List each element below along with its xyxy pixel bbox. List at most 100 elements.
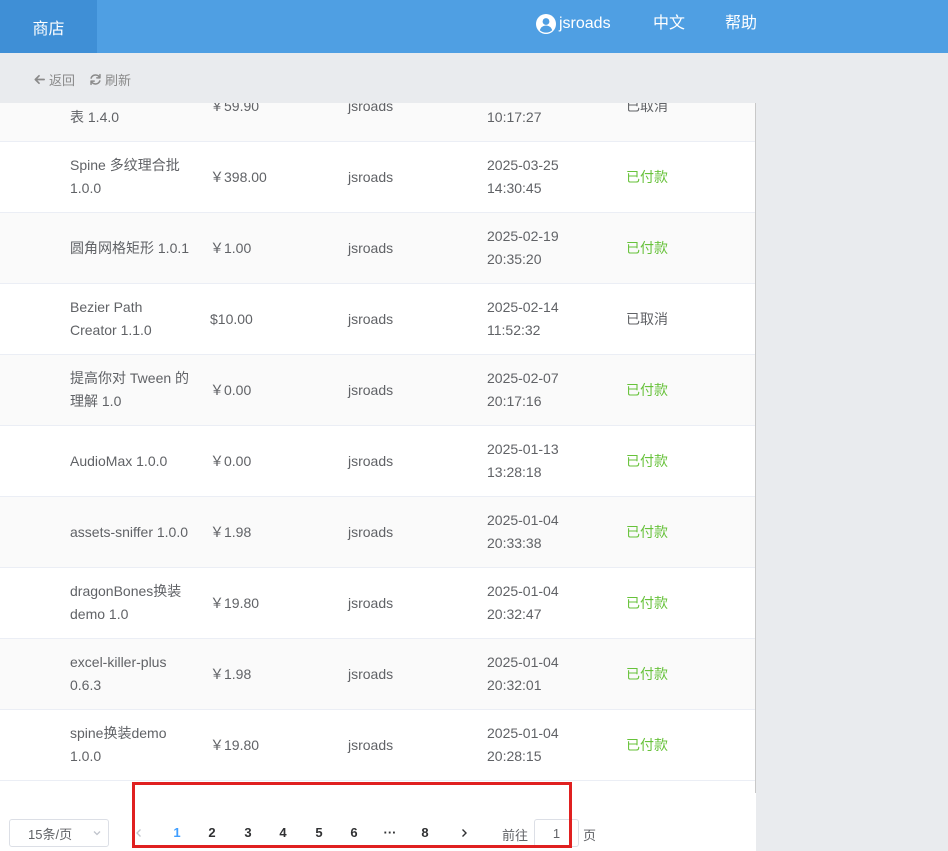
status-cell: 已付款 — [626, 665, 668, 682]
page-number-5[interactable]: 5 — [307, 823, 331, 843]
brand-link[interactable]: 商店 — [0, 0, 97, 53]
table-row: Spine 多纹理合批 1.0.0 ￥398.00 jsroads 2025-0… — [0, 142, 755, 213]
order-time: 20:17:16 — [487, 393, 542, 409]
price-cell: ￥1.00 — [210, 239, 252, 256]
page-number-2[interactable]: 2 — [200, 823, 224, 843]
status-cell: 已付款 — [626, 523, 668, 540]
goto-page-input[interactable] — [534, 819, 579, 847]
page-size-select[interactable]: 15条/页 — [9, 819, 109, 847]
more-pages-button[interactable]: ··· — [378, 823, 402, 843]
order-time-cell: 2025-02-19 20:35:20 — [487, 213, 597, 283]
order-time: 20:32:01 — [487, 677, 542, 693]
buyer-cell: jsroads — [348, 103, 394, 114]
table-row: 高性能实用虚拟列表 1.4.0 ￥59.90 jsroads 2025-05-2… — [0, 103, 755, 142]
page-number-6[interactable]: 6 — [342, 823, 366, 843]
order-time: 20:32:47 — [487, 606, 542, 622]
product-name-cell: Bezier Path Creator 1.1.0 — [70, 299, 152, 338]
product-name-cell: AudioMax 1.0.0 — [70, 452, 168, 469]
buyer-cell: jsroads — [348, 736, 394, 753]
chevron-left-icon — [136, 829, 141, 837]
product-name-cell: 提高你对 Tween 的理解 1.0 — [70, 370, 190, 409]
table-row: excel-killer-plus 0.6.3 ￥1.98 jsroads 20… — [0, 639, 755, 710]
order-date: 2025-01-04 — [487, 654, 559, 670]
page-size-value: 15条/页 — [28, 826, 73, 842]
page-unit-label: 页 — [583, 828, 597, 843]
status-cell: 已付款 — [626, 168, 668, 185]
order-time: 20:35:20 — [487, 251, 542, 267]
buyer-cell: jsroads — [348, 452, 394, 469]
price-cell: ￥0.00 — [210, 381, 252, 398]
orders-table: 高性能实用虚拟列表 1.4.0 ￥59.90 jsroads 2025-05-2… — [0, 103, 755, 781]
order-time-cell: 2025-03-25 14:30:45 — [487, 142, 597, 212]
order-date: 2025-02-19 — [487, 228, 559, 244]
page-number-1[interactable]: 1 — [165, 823, 189, 843]
order-time-cell: 2025-05-2110:17:27 — [487, 103, 597, 141]
prev-page-button[interactable] — [129, 823, 149, 843]
order-time-cell: 2025-02-14 11:52:32 — [487, 284, 597, 354]
order-time: 10:17:27 — [487, 109, 542, 125]
language-switch[interactable]: 中文 — [653, 12, 685, 36]
status-cell: 已付款 — [626, 452, 668, 469]
user-menu[interactable]: jsroads — [536, 12, 611, 36]
order-time-cell: 2025-01-04 20:28:15 — [487, 710, 597, 780]
order-time: 11:52:32 — [487, 322, 541, 338]
status-cell: 已付款 — [626, 239, 668, 256]
next-page-button[interactable] — [454, 823, 474, 843]
table-row: Bezier Path Creator 1.1.0 $10.00 jsroads… — [0, 284, 755, 355]
status-cell: 已取消 — [626, 310, 668, 327]
table-row: AudioMax 1.0.0 ￥0.00 jsroads 2025-01-13 1… — [0, 426, 755, 497]
order-time-cell: 2025-01-13 13:28:18 — [487, 426, 597, 496]
price-cell: ￥19.80 — [210, 594, 260, 611]
help-link[interactable]: 帮助 — [725, 12, 757, 36]
product-name-cell: 高性能实用虚拟列表 1.4.0 — [70, 109, 120, 125]
order-date: 2025-01-04 — [487, 512, 559, 528]
page-number-4[interactable]: 4 — [271, 823, 295, 843]
order-date: 2025-01-04 — [487, 725, 559, 741]
buyer-cell: jsroads — [348, 665, 394, 682]
product-name-cell: 圆角网格矩形 1.0.1 — [70, 239, 190, 256]
order-time-cell: 2025-02-07 20:17:16 — [487, 355, 597, 425]
goto-label: 前往 — [502, 828, 529, 843]
table-row: dragonBones换装demo 1.0 ￥19.80 jsroads 202… — [0, 568, 755, 639]
page-number-8[interactable]: 8 — [413, 823, 437, 843]
table-row: assets-sniffer 1.0.0 ￥1.98 jsroads 2025-… — [0, 497, 755, 568]
status-cell: 已付款 — [626, 736, 668, 753]
buyer-cell: jsroads — [348, 381, 394, 398]
product-name-cell: assets-sniffer 1.0.0 — [70, 523, 189, 540]
order-time: 13:28:18 — [487, 464, 542, 480]
price-cell: ￥0.00 — [210, 452, 252, 469]
price-cell: ￥398.00 — [210, 168, 267, 185]
orders-panel: 高性能实用虚拟列表 1.4.0 ￥59.90 jsroads 2025-05-2… — [0, 103, 756, 851]
buyer-cell: jsroads — [348, 168, 394, 185]
order-date: 2025-01-04 — [487, 583, 559, 599]
order-date: 2025-01-13 — [487, 441, 559, 457]
table-row: 圆角网格矩形 1.0.1 ￥1.00 jsroads 2025-02-19 20:… — [0, 213, 755, 284]
table-row: spine换装demo 1.0.0 ￥19.80 jsroads 2025-01… — [0, 710, 755, 781]
order-time-cell: 2025-01-04 20:33:38 — [487, 497, 597, 567]
buyer-cell: jsroads — [348, 239, 394, 256]
order-time: 20:28:15 — [487, 748, 542, 764]
buyer-cell: jsroads — [348, 523, 394, 540]
back-label: 返回 — [49, 73, 76, 88]
price-cell: ￥1.98 — [210, 665, 252, 682]
order-date: 2025-02-07 — [487, 370, 559, 386]
buyer-cell: jsroads — [348, 594, 394, 611]
order-time: 14:30:45 — [487, 180, 542, 196]
order-date: 2025-03-25 — [487, 157, 559, 173]
chevron-down-icon — [93, 831, 101, 836]
product-name-cell: Spine 多纹理合批 1.0.0 — [70, 157, 180, 196]
product-name-cell: excel-killer-plus 0.6.3 — [70, 654, 167, 693]
status-cell: 已付款 — [626, 594, 668, 611]
order-time-cell: 2025-01-04 20:32:47 — [487, 568, 597, 638]
price-cell: ￥59.90 — [210, 103, 260, 114]
table-row: 提高你对 Tween 的理解 1.0 ￥0.00 jsroads 2025-02… — [0, 355, 755, 426]
price-cell: ￥19.80 — [210, 736, 260, 753]
back-button[interactable]: 返回 — [33, 70, 75, 89]
chevron-right-icon — [462, 829, 467, 837]
page-number-3[interactable]: 3 — [236, 823, 260, 843]
refresh-button[interactable]: 刷新 — [89, 70, 131, 89]
username-label: jsroads — [559, 15, 611, 32]
arrow-left-icon — [34, 74, 45, 85]
top-navbar: 商店 jsroads 中文 帮助 — [0, 0, 948, 53]
refresh-icon — [90, 73, 101, 86]
